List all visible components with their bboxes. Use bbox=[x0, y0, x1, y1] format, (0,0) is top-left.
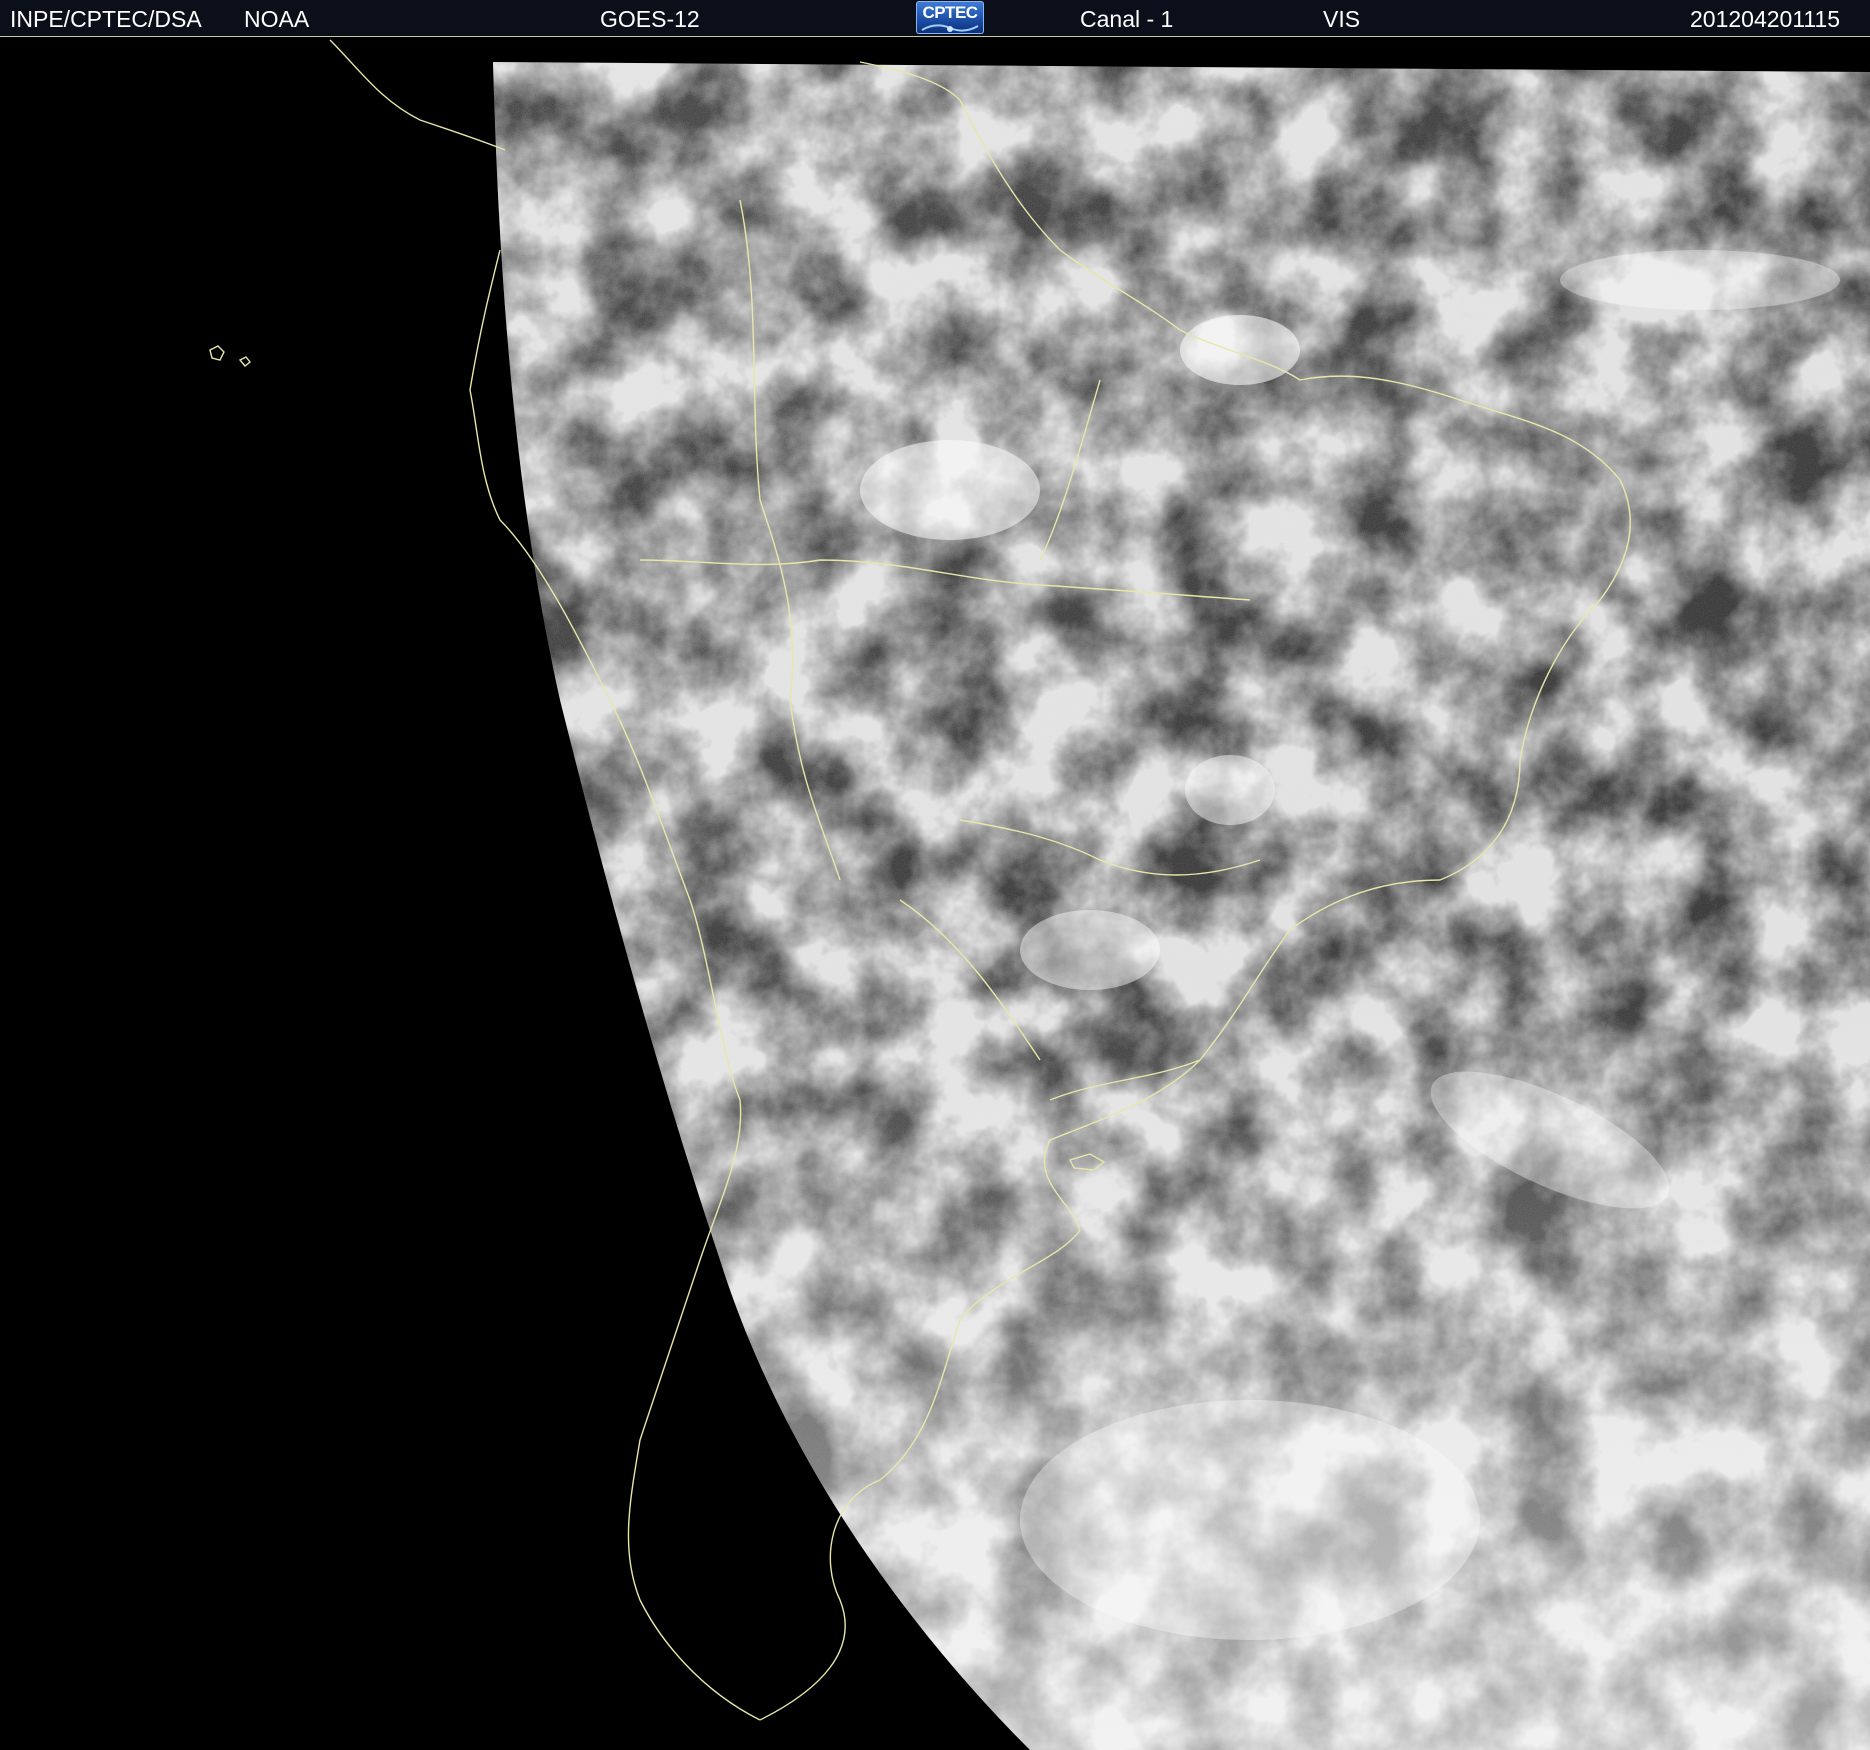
agency-label: NOAA bbox=[244, 6, 310, 32]
satellite-image bbox=[0, 37, 1870, 1750]
satellite-image-svg bbox=[0, 37, 1870, 1750]
satellite-label: GOES-12 bbox=[600, 6, 700, 32]
timestamp-label: 201204201115 bbox=[1690, 6, 1841, 32]
cptec-logo: CPTEC bbox=[916, 1, 984, 34]
band-label: VIS bbox=[1323, 6, 1361, 32]
header-bar: INPE/CPTEC/DSA NOAA GOES-12 CPTEC Canal … bbox=[0, 0, 1870, 37]
channel-label: Canal - 1 bbox=[1080, 6, 1174, 32]
logo-swirl-icon bbox=[921, 24, 979, 32]
source-label: INPE/CPTEC/DSA bbox=[10, 6, 202, 32]
